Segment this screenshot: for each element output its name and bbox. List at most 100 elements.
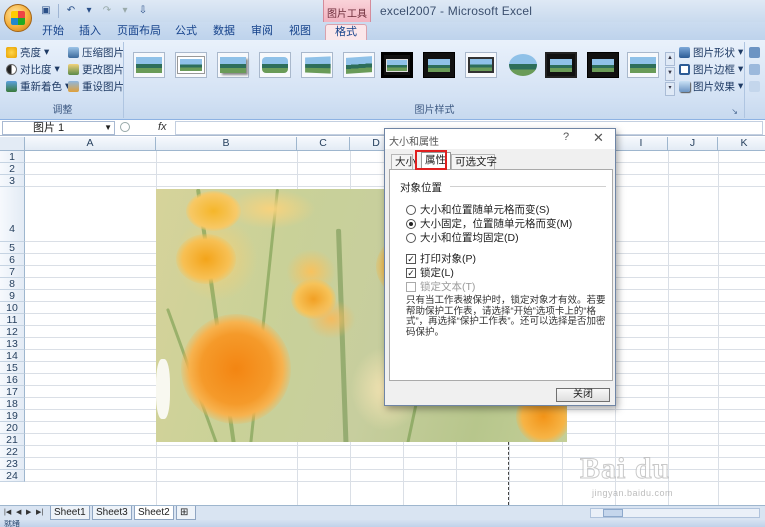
row-header-23[interactable]: 23: [0, 458, 25, 470]
style-thumb-9[interactable]: [465, 52, 497, 78]
recolor-button[interactable]: 重新着色▾: [6, 79, 70, 93]
row-header-12[interactable]: 12: [0, 326, 25, 338]
row-header-10[interactable]: 10: [0, 302, 25, 314]
style-thumb-6[interactable]: [343, 52, 375, 78]
row-header-14[interactable]: 14: [0, 350, 25, 362]
row-header-22[interactable]: 22: [0, 446, 25, 458]
style-thumb-13[interactable]: [627, 52, 659, 78]
row-header-3[interactable]: 3: [0, 175, 25, 187]
row-header-11[interactable]: 11: [0, 314, 25, 326]
radio-dont-move-or-size[interactable]: 大小和位置均固定(D): [406, 230, 519, 245]
tab-home[interactable]: 开始: [36, 24, 70, 40]
row-header-2[interactable]: 2: [0, 163, 25, 175]
row-header-4[interactable]: 4: [0, 187, 25, 242]
radio-move-and-size[interactable]: 大小和位置随单元格而变(S): [406, 202, 550, 217]
style-thumb-8[interactable]: [423, 52, 455, 78]
row-header-24[interactable]: 24: [0, 470, 25, 482]
prev-sheet-icon[interactable]: ◀: [16, 508, 21, 516]
tab-size[interactable]: 大小: [391, 154, 416, 169]
style-thumb-5[interactable]: [301, 52, 333, 78]
tab-format[interactable]: 格式: [325, 24, 367, 40]
help-icon[interactable]: ?: [563, 131, 569, 143]
customize-qat-icon[interactable]: ⇩: [135, 3, 151, 18]
undo-dropdown-icon[interactable]: ▾: [81, 3, 97, 18]
first-sheet-icon[interactable]: |◀: [4, 508, 11, 516]
row-header-20[interactable]: 20: [0, 422, 25, 434]
row-header-16[interactable]: 16: [0, 374, 25, 386]
tab-formulas[interactable]: 公式: [170, 24, 202, 40]
sheet-tab-sheet2[interactable]: Sheet2: [134, 506, 174, 520]
change-picture-button[interactable]: 更改图片: [68, 62, 124, 76]
compress-pictures-button[interactable]: 压缩图片: [68, 45, 124, 59]
reset-picture-button[interactable]: 重设图片: [68, 79, 124, 93]
arrange-button-3[interactable]: [749, 79, 760, 93]
dialog-close-icon[interactable]: ✕: [593, 130, 604, 146]
tab-data[interactable]: 数据: [208, 24, 240, 40]
tab-alt-text[interactable]: 可选文字: [451, 154, 497, 169]
row-header-1[interactable]: 1: [0, 151, 25, 163]
tab-review[interactable]: 审阅: [246, 24, 278, 40]
row-header-18[interactable]: 18: [0, 398, 25, 410]
row-header-6[interactable]: 6: [0, 254, 25, 266]
column-header-b[interactable]: B: [156, 137, 297, 151]
close-button[interactable]: 关闭: [556, 388, 610, 402]
style-thumb-7[interactable]: [381, 52, 413, 78]
next-sheet-icon[interactable]: ▶: [26, 508, 31, 516]
style-thumb-4[interactable]: [259, 52, 291, 78]
tab-view[interactable]: 视图: [284, 24, 316, 40]
style-thumb-3[interactable]: [217, 52, 249, 78]
insert-function-button[interactable]: fx: [158, 121, 167, 133]
row-header-13[interactable]: 13: [0, 338, 25, 350]
contrast-button[interactable]: 对比度 ▾: [6, 62, 60, 76]
radio-move-dont-size[interactable]: 大小固定，位置随单元格而变(M): [406, 216, 572, 231]
column-header-c[interactable]: C: [297, 137, 350, 151]
formula-cancel-icon[interactable]: [120, 122, 130, 132]
redo-icon[interactable]: ↷: [99, 3, 115, 18]
row-header-21[interactable]: 21: [0, 434, 25, 446]
gallery-down-icon[interactable]: ▼: [665, 67, 675, 81]
tab-insert[interactable]: 插入: [74, 24, 106, 40]
dialog-launcher-icon[interactable]: ↘: [731, 107, 738, 116]
sheet-tab-sheet1[interactable]: Sheet1: [50, 506, 90, 520]
row-header-7[interactable]: 7: [0, 266, 25, 278]
gallery-up-icon[interactable]: ▲: [665, 52, 675, 66]
horizontal-scrollbar[interactable]: [590, 508, 760, 518]
style-thumb-11[interactable]: [545, 52, 577, 78]
row-header-15[interactable]: 15: [0, 362, 25, 374]
brightness-button[interactable]: 亮度 ▾: [6, 45, 49, 59]
office-button[interactable]: [4, 4, 32, 32]
undo-icon[interactable]: ↶: [63, 3, 79, 18]
dialog-title-bar[interactable]: 大小和属性 ? ✕: [385, 129, 615, 149]
style-thumb-10[interactable]: [507, 52, 539, 78]
style-thumb-12[interactable]: [587, 52, 619, 78]
picture-shape-button[interactable]: 图片形状 ▾: [679, 45, 743, 59]
style-thumb-1[interactable]: [133, 52, 165, 78]
select-all-corner[interactable]: [0, 137, 25, 151]
tab-page-layout[interactable]: 页面布局: [114, 24, 164, 40]
column-header-k[interactable]: K: [718, 137, 765, 151]
arrange-button-1[interactable]: [749, 45, 760, 59]
save-icon[interactable]: ▣: [38, 3, 54, 18]
row-header-19[interactable]: 19: [0, 410, 25, 422]
redo-dropdown-icon[interactable]: ▾: [117, 3, 133, 18]
row-header-9[interactable]: 9: [0, 290, 25, 302]
insert-sheet-icon[interactable]: ⊞: [176, 506, 196, 520]
name-box-dropdown-icon[interactable]: ▼: [104, 122, 112, 134]
column-header-a[interactable]: A: [25, 137, 156, 151]
picture-effects-button[interactable]: 图片效果 ▾: [679, 79, 743, 93]
row-header-8[interactable]: 8: [0, 278, 25, 290]
style-thumb-2[interactable]: [175, 52, 207, 78]
column-header-i[interactable]: I: [615, 137, 668, 151]
scrollbar-thumb[interactable]: [603, 509, 623, 517]
name-box[interactable]: 图片 1 ▼: [2, 121, 115, 135]
gallery-more-icon[interactable]: ▾: [665, 82, 675, 96]
column-header-j[interactable]: J: [668, 137, 718, 151]
sheet-tab-sheet3[interactable]: Sheet3: [92, 506, 132, 520]
row-header-5[interactable]: 5: [0, 242, 25, 254]
picture-border-button[interactable]: 图片边框 ▾: [679, 62, 743, 76]
checkbox-print-object[interactable]: ✓ 打印对象(P): [406, 251, 476, 266]
checkbox-locked[interactable]: ✓ 锁定(L): [406, 265, 454, 280]
row-header-17[interactable]: 17: [0, 386, 25, 398]
last-sheet-icon[interactable]: ▶|: [36, 508, 43, 516]
arrange-button-2[interactable]: [749, 62, 760, 76]
